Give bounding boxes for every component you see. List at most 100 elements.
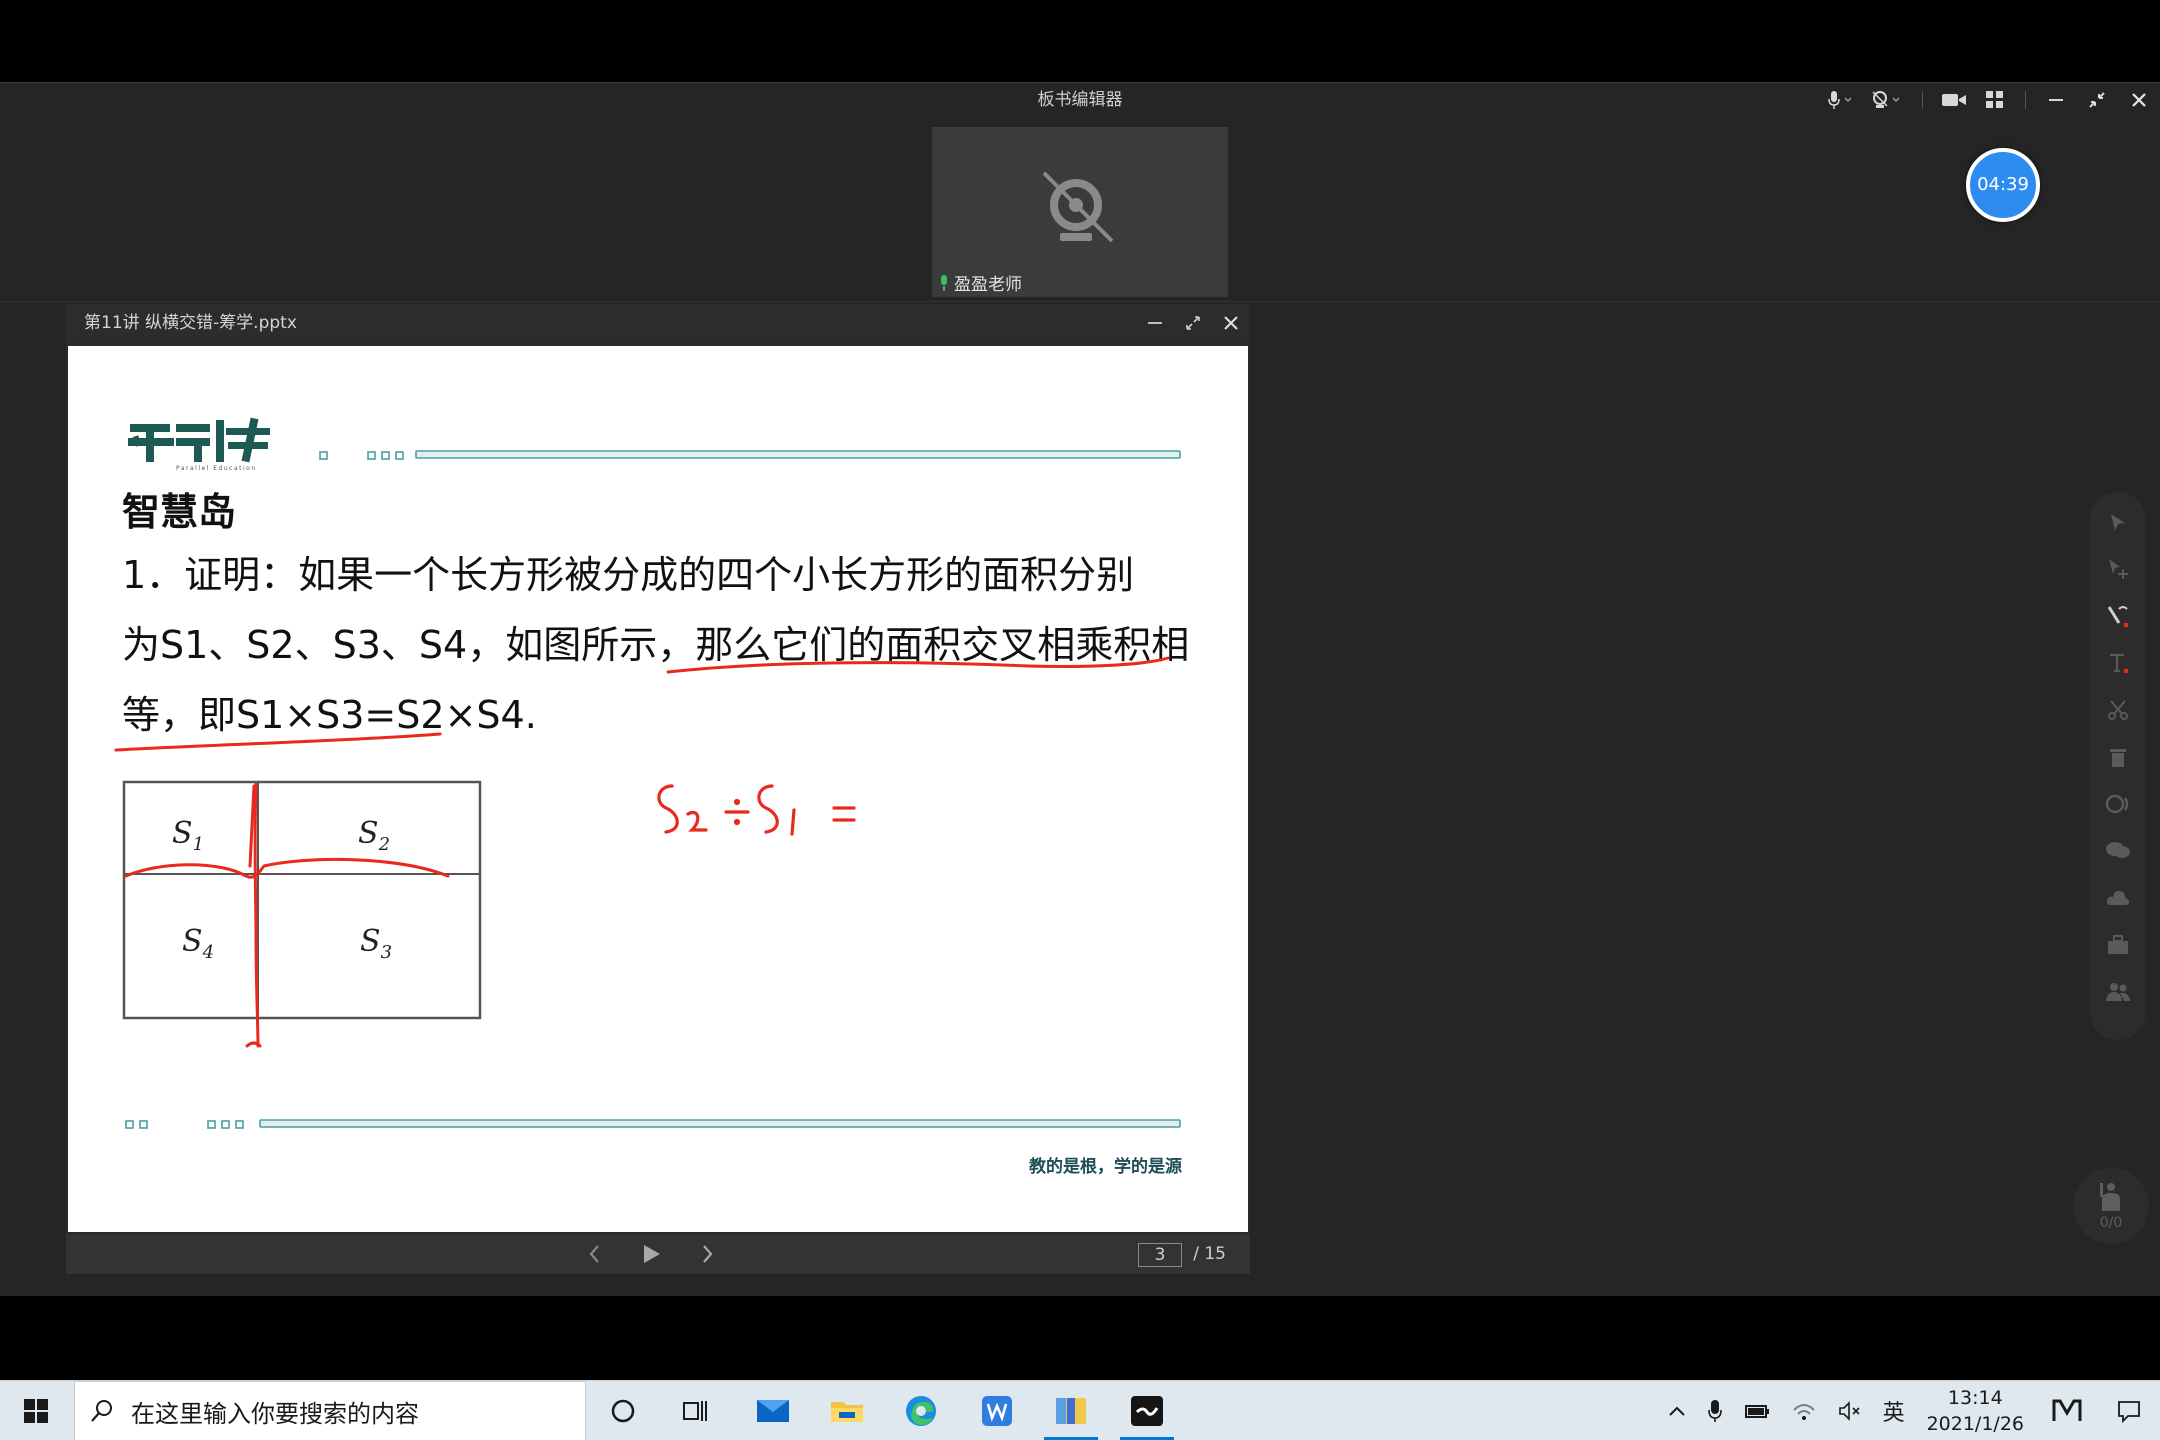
hand-count: 0/0 bbox=[2099, 1215, 2123, 1231]
wps-icon bbox=[982, 1396, 1012, 1426]
volume-tray[interactable] bbox=[1827, 1381, 1873, 1440]
cortana-button[interactable] bbox=[588, 1381, 658, 1440]
close-button[interactable] bbox=[2118, 83, 2160, 117]
label-s1: S1 bbox=[172, 816, 204, 855]
label-s2-sub: 2 bbox=[378, 834, 391, 855]
video-camera-icon bbox=[1942, 94, 1966, 106]
chat-tool[interactable] bbox=[2104, 837, 2132, 865]
delete-tool[interactable] bbox=[2104, 743, 2132, 771]
input-method[interactable]: 英 bbox=[1873, 1381, 1915, 1440]
label-s3-sub: 3 bbox=[380, 942, 393, 963]
archive-icon bbox=[1056, 1398, 1086, 1424]
play-icon[interactable] bbox=[640, 1243, 662, 1265]
slide-heading: 智慧岛 bbox=[122, 490, 237, 534]
volume-muted-icon bbox=[1838, 1401, 1860, 1421]
app-tray-icon[interactable] bbox=[2036, 1381, 2098, 1440]
wps-app[interactable] bbox=[962, 1381, 1032, 1440]
microphone-tray[interactable] bbox=[1697, 1381, 1733, 1440]
label-s1-letter: S bbox=[172, 816, 193, 851]
previous-slide-icon[interactable] bbox=[586, 1243, 604, 1265]
laser-pointer-tool[interactable] bbox=[2104, 555, 2132, 583]
document-viewer: 第11讲 纵横交错-筹学.pptx Parallel Education 智慧岛… bbox=[66, 304, 1250, 1274]
cortana-icon bbox=[611, 1399, 635, 1423]
wifi-icon bbox=[1792, 1404, 1815, 1420]
students-tool[interactable] bbox=[2104, 978, 2132, 1006]
raise-hand-button[interactable]: 0/0 bbox=[2073, 1168, 2149, 1244]
chat-icon bbox=[2106, 842, 2130, 858]
teacher-video-tile[interactable]: 盈盈老师 bbox=[932, 127, 1228, 297]
problem-line-1: 1．证明：如果一个长方形被分成的四个小长方形的面积分别 bbox=[122, 553, 1135, 597]
network-tray[interactable] bbox=[1781, 1381, 1827, 1440]
file-explorer-app[interactable] bbox=[812, 1381, 882, 1440]
shrink-icon bbox=[2089, 92, 2105, 108]
camera-off-button[interactable] bbox=[1862, 83, 1912, 117]
problem-line-2: 为S1、S2、S3、S4，如图所示，那么它们的面积交叉相乘积相 bbox=[122, 623, 1190, 667]
footer-decoration bbox=[125, 1119, 1181, 1129]
grid-icon bbox=[1986, 91, 2003, 108]
mail-app[interactable] bbox=[738, 1381, 808, 1440]
cloud-tool[interactable] bbox=[2104, 884, 2132, 912]
close-icon bbox=[2132, 93, 2146, 107]
document-title-bar[interactable]: 第11讲 纵横交错-筹学.pptx bbox=[66, 304, 1250, 342]
clock[interactable]: 13:14 2021/1/26 bbox=[1915, 1385, 2036, 1437]
show-hidden-icons[interactable] bbox=[1657, 1381, 1697, 1440]
m-logo-icon bbox=[2052, 1399, 2082, 1421]
microphone-icon bbox=[1707, 1400, 1722, 1422]
edge-browser-app[interactable] bbox=[886, 1381, 956, 1440]
next-slide-icon[interactable] bbox=[698, 1243, 716, 1265]
label-s2: S2 bbox=[358, 816, 390, 855]
video-button[interactable] bbox=[1933, 83, 1975, 117]
slide-canvas[interactable]: Parallel Education 智慧岛 1．证明：如果一个长方形被分成的四… bbox=[68, 346, 1248, 1232]
battery-icon bbox=[1744, 1405, 1769, 1418]
title-controls bbox=[1818, 83, 2160, 117]
layout-button[interactable] bbox=[1975, 83, 2015, 117]
slide-navigation-bar: 3 / 15 bbox=[66, 1234, 1250, 1274]
search-placeholder: 在这里输入你要搜索的内容 bbox=[131, 1399, 419, 1428]
microphone-icon bbox=[941, 274, 947, 291]
raise-hand-icon bbox=[2100, 1183, 2120, 1211]
system-tray: 英 13:14 2021/1/26 bbox=[1657, 1381, 2160, 1440]
close-icon[interactable] bbox=[1222, 314, 1240, 332]
clock-date: 2021/1/26 bbox=[1926, 1413, 2024, 1435]
divider bbox=[1922, 91, 1923, 109]
handwriting-strokes bbox=[657, 784, 856, 836]
task-view-button[interactable] bbox=[660, 1381, 730, 1440]
notifications-button[interactable] bbox=[2098, 1381, 2160, 1440]
archive-app[interactable] bbox=[1036, 1381, 1106, 1440]
users-icon bbox=[2106, 983, 2130, 1001]
toolbox-icon bbox=[2108, 935, 2128, 954]
restore-button[interactable] bbox=[2076, 83, 2118, 117]
handwriting-text: S2÷S1= bbox=[69, 347, 70, 348]
toolbox-tool[interactable] bbox=[2104, 931, 2132, 959]
shape-tool[interactable] bbox=[2104, 790, 2132, 818]
label-s2-letter: S bbox=[358, 816, 379, 851]
countdown-timer[interactable]: 04:39 bbox=[1966, 148, 2040, 222]
drawing-toolbar bbox=[2090, 492, 2146, 1040]
document-title: 第11讲 纵横交错-筹学.pptx bbox=[84, 313, 297, 333]
ink-end-mark bbox=[245, 1041, 262, 1048]
minimize-button[interactable] bbox=[2036, 83, 2076, 117]
expand-icon[interactable] bbox=[1184, 314, 1202, 332]
notification-icon bbox=[2118, 1401, 2140, 1423]
classroom-app[interactable] bbox=[1112, 1381, 1182, 1440]
search-icon bbox=[91, 1400, 112, 1422]
text-tool[interactable] bbox=[2104, 649, 2132, 677]
minimize-icon[interactable] bbox=[1146, 314, 1164, 332]
scissors-tool[interactable] bbox=[2104, 696, 2132, 724]
pointer-plus-icon bbox=[2109, 559, 2128, 579]
page-number-input[interactable]: 3 bbox=[1138, 1243, 1182, 1267]
label-s4-sub: 4 bbox=[202, 942, 215, 963]
camera-off-icon bbox=[1042, 171, 1114, 243]
microphone-button[interactable] bbox=[1818, 83, 1862, 117]
rectangle-diagram bbox=[122, 780, 482, 1020]
select-tool[interactable] bbox=[2104, 508, 2132, 536]
battery-tray[interactable] bbox=[1733, 1381, 1781, 1440]
document-window-controls bbox=[1146, 304, 1240, 342]
minimize-icon bbox=[2049, 99, 2063, 101]
chevron-up-icon bbox=[1668, 1406, 1685, 1416]
header-decoration bbox=[319, 450, 1181, 460]
taskbar-search[interactable]: 在这里输入你要搜索的内容 bbox=[74, 1381, 586, 1440]
start-button[interactable] bbox=[0, 1381, 72, 1440]
clock-time: 13:14 bbox=[1947, 1387, 2003, 1409]
pen-tool[interactable] bbox=[2104, 602, 2132, 630]
